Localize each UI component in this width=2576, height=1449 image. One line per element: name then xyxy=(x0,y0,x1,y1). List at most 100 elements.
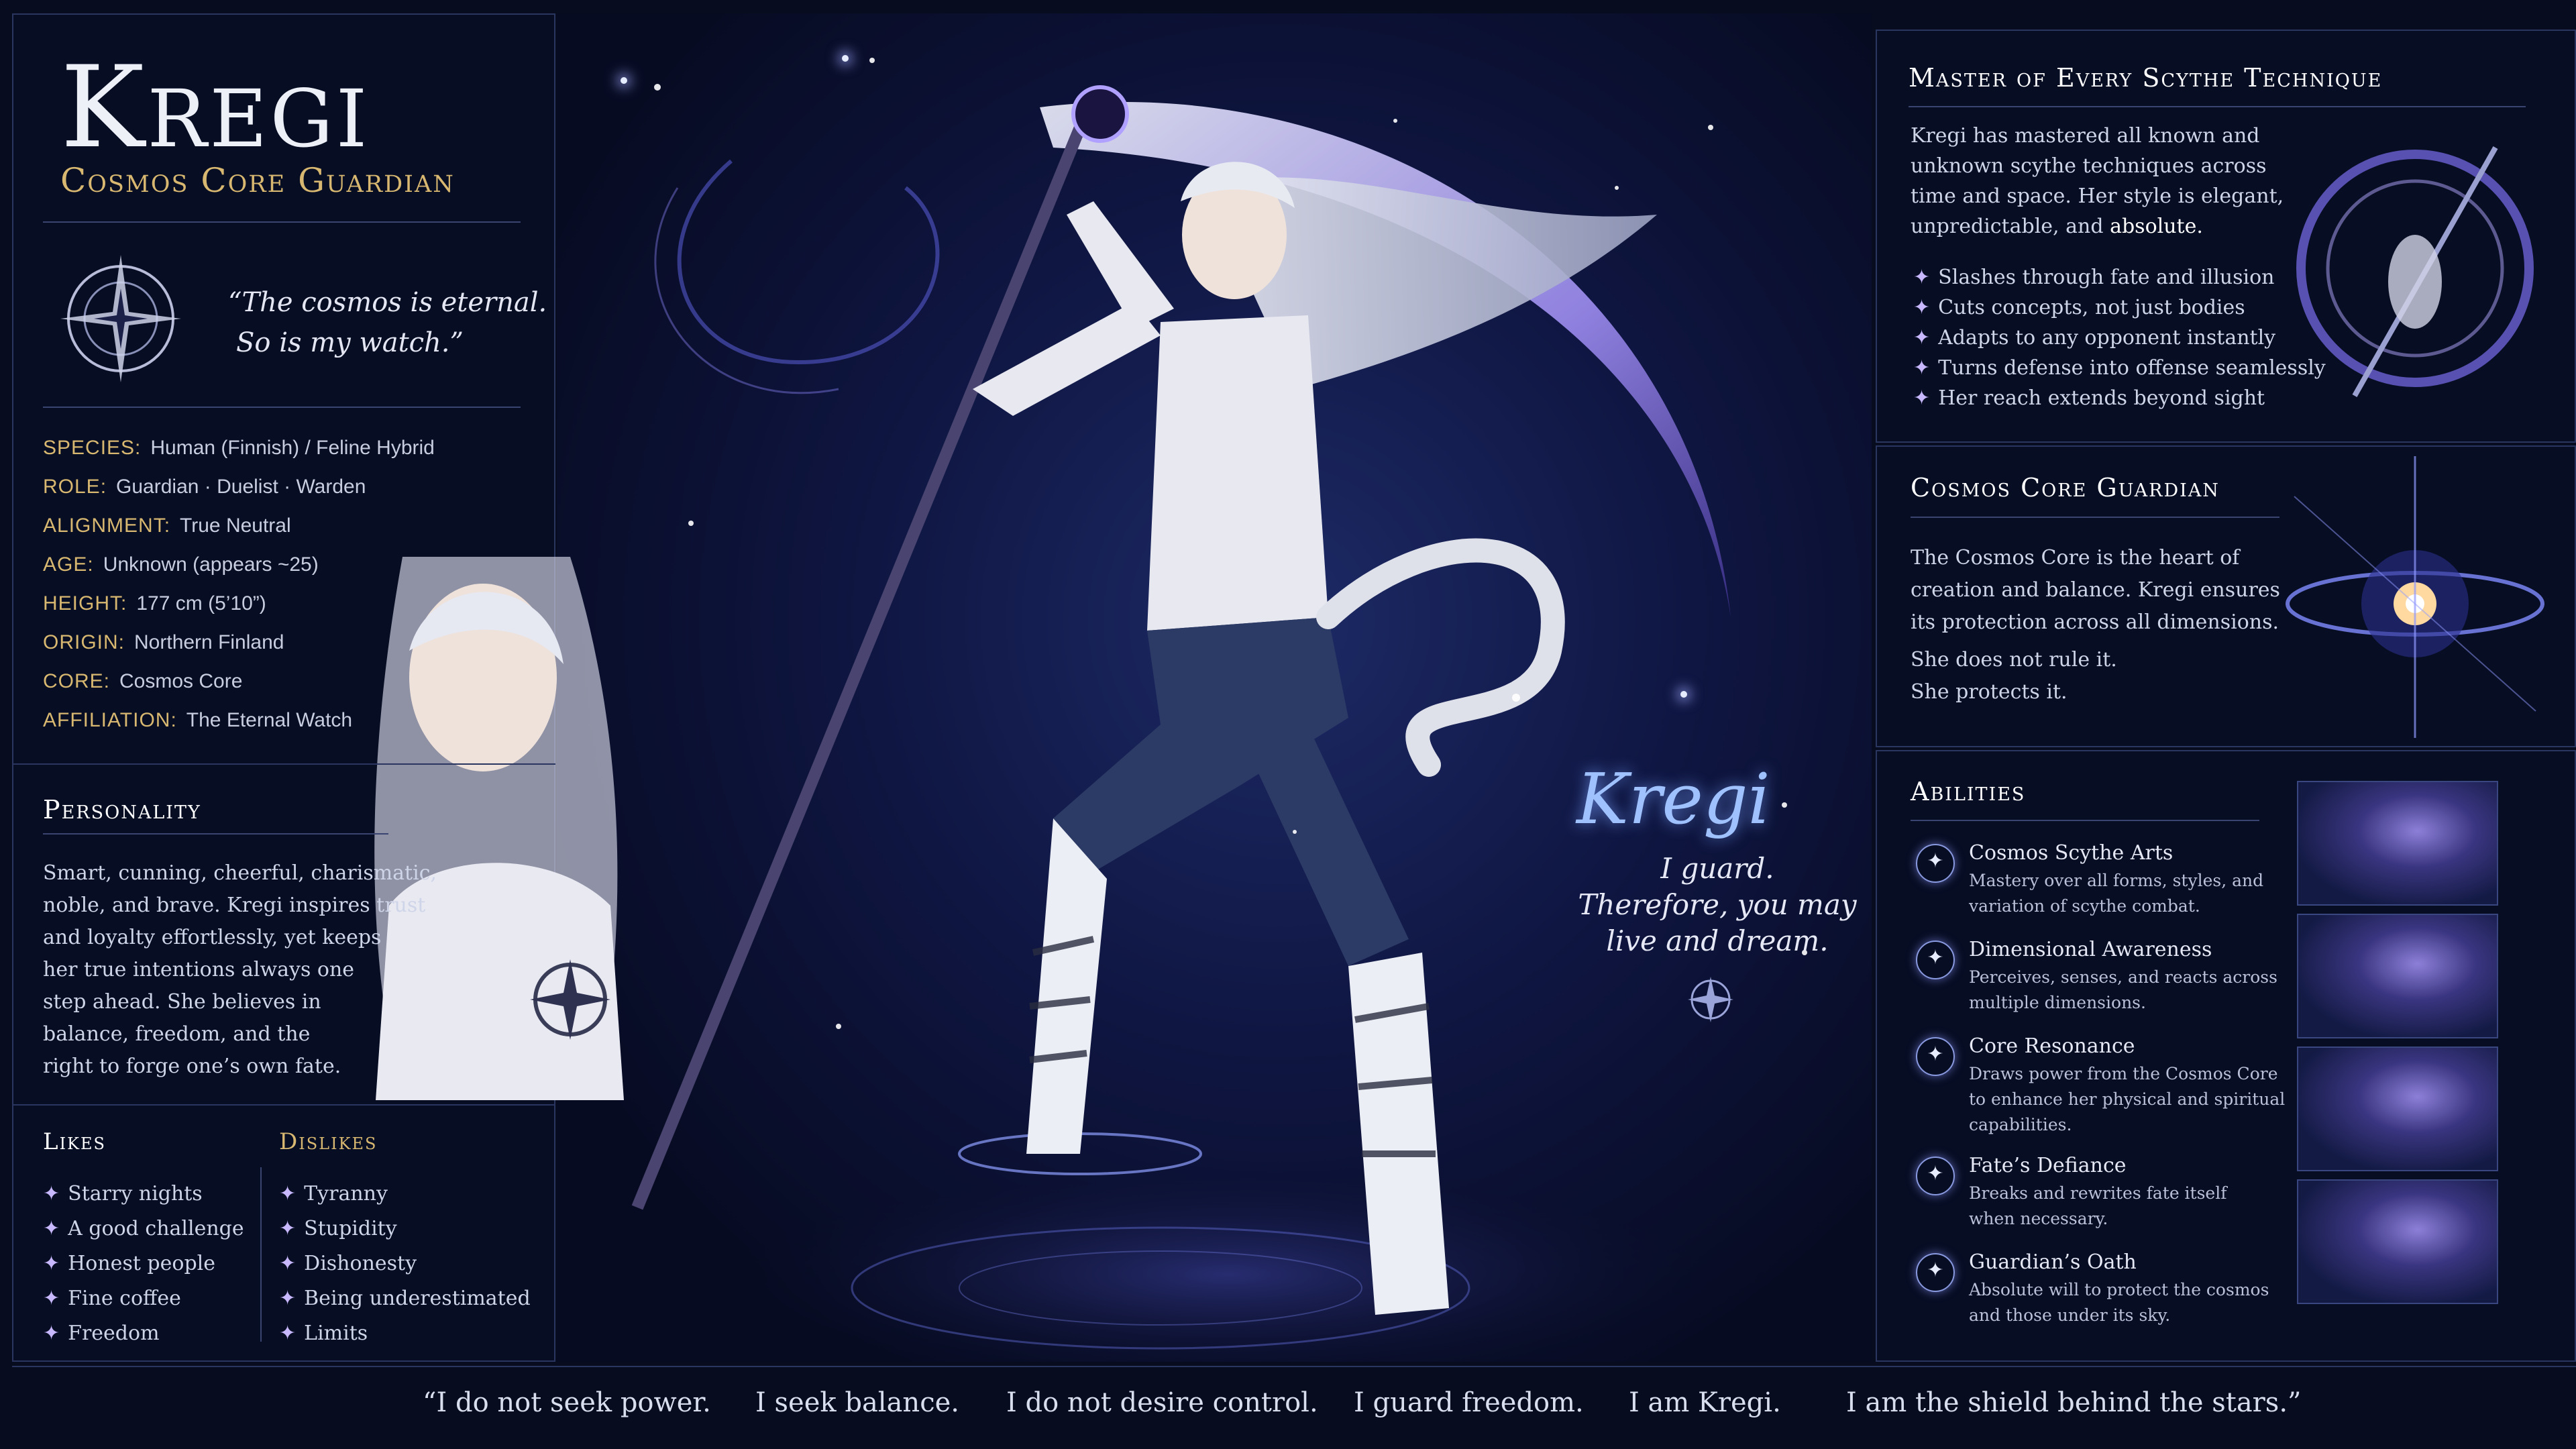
dislikes-item: ✦ Dishonesty xyxy=(279,1252,417,1275)
likes-item: ✦ Fine coffee xyxy=(43,1287,181,1310)
profile-row-origin: ORIGIN: Northern Finland xyxy=(43,631,284,654)
profile-key: SPECIES: xyxy=(43,437,142,459)
personality-title: Personality xyxy=(43,795,201,824)
core-line: The Cosmos Core is the heart of xyxy=(1911,546,2240,570)
ability-desc: Perceives, senses, and reacts across mult… xyxy=(1969,967,2277,1012)
small-emblem-icon xyxy=(1688,977,1733,1022)
profile-value: Northern Finland xyxy=(134,631,284,653)
profile-key: ROLE: xyxy=(43,476,107,498)
profile-row-species: SPECIES: Human (Finnish) / Feline Hybrid xyxy=(43,436,435,460)
cosmos-core-illustration xyxy=(2286,456,2544,738)
profile-row-height: HEIGHT: 177 cm (5’10”) xyxy=(43,592,266,615)
profile-row-age: AGE: Unknown (appears ~25) xyxy=(43,553,319,576)
footer-quote-segment: I do not desire control. xyxy=(1006,1387,1318,1418)
sparkle-icon: ✦ xyxy=(279,1252,297,1275)
scythe-line: time and space. Her style is elegant, xyxy=(1911,184,2284,208)
scythe-emphasis: absolute. xyxy=(2110,215,2203,238)
ability-thumbnail xyxy=(2297,781,2498,906)
motto-line: I guard. xyxy=(1660,852,1774,885)
divider xyxy=(12,763,555,765)
signature: Kregi xyxy=(1576,758,1770,840)
footer-divider xyxy=(12,1366,2576,1367)
divider xyxy=(43,221,521,223)
star-orb-icon xyxy=(1916,941,1955,979)
ability-name: Fate’s Defiance xyxy=(1969,1154,2127,1177)
scythe-bullet: ✦ Slashes through fate and illusion xyxy=(1913,266,2275,289)
character-subtitle: Cosmos Core Guardian xyxy=(60,161,455,200)
ability-desc: Absolute will to protect the cosmos and t… xyxy=(1969,1280,2269,1325)
ability-desc: Draws power from the Cosmos Core to enhan… xyxy=(1969,1064,2286,1134)
profile-value: Cosmos Core xyxy=(119,670,243,692)
motto-line: Therefore, you may xyxy=(1578,888,1857,921)
personality-line: Smart, cunning, cheerful, charismatic, xyxy=(43,861,437,885)
profile-value: True Neutral xyxy=(180,515,291,537)
profile-row-core: CORE: Cosmos Core xyxy=(43,669,242,693)
personality-line: balance, freedom, and the xyxy=(43,1022,311,1046)
profile-value: Human (Finnish) / Feline Hybrid xyxy=(150,437,435,459)
abilities-title: Abilities xyxy=(1911,777,2026,806)
personality-line: right to forge one’s own fate. xyxy=(43,1055,341,1078)
personality-line: and loyalty effortlessly, yet keeps xyxy=(43,926,382,949)
sparkle-icon: ✦ xyxy=(43,1182,60,1205)
personality-text: Smart, cunning, cheerful, charismatic, n… xyxy=(43,857,437,1083)
dislikes-item: ✦ Tyranny xyxy=(279,1182,388,1205)
sparkle-icon: ✦ xyxy=(1913,266,1931,289)
likes-item: ✦ Freedom xyxy=(43,1322,160,1345)
motto: I guard. Therefore, you may live and dre… xyxy=(1570,851,1865,959)
divider xyxy=(43,407,521,408)
footer-quote-segment: “I do not seek power. xyxy=(423,1387,711,1418)
scythe-line: unknown scythe techniques across xyxy=(1911,154,2267,178)
sparkle-icon: ✦ xyxy=(279,1287,297,1310)
divider xyxy=(1911,820,2259,821)
core-text: The Cosmos Core is the heart of creation… xyxy=(1911,542,2280,639)
ability-thumbnail xyxy=(2297,1179,2498,1304)
footer-quote-segment: I am the shield behind the stars.” xyxy=(1846,1387,2302,1418)
core-line: its protection across all dimensions. xyxy=(1911,610,2279,634)
footer-quote-segment: I guard freedom. xyxy=(1354,1387,1584,1418)
divider xyxy=(43,833,388,835)
footer-quote-segment: I am Kregi. xyxy=(1629,1387,1781,1418)
scythe-line: unpredictable, and absolute. xyxy=(1911,215,2203,238)
scythe-bullet: ✦ Her reach extends beyond sight xyxy=(1913,386,2265,410)
scythe-text: Kregi has mastered all known and unknown… xyxy=(1911,121,2284,241)
profile-row-role: ROLE: Guardian · Duelist · Warden xyxy=(43,475,366,498)
profile-key: AGE: xyxy=(43,553,94,576)
scene-art xyxy=(631,58,1807,1362)
ability-name: Cosmos Scythe Arts xyxy=(1969,841,2174,865)
star-orb-icon xyxy=(1916,1157,1955,1195)
sparkle-icon: ✦ xyxy=(43,1217,60,1240)
sparkle-icon: ✦ xyxy=(43,1322,60,1345)
sparkle-icon: ✦ xyxy=(1913,386,1931,410)
dislikes-item: ✦ Stupidity xyxy=(279,1217,397,1240)
compass-star-emblem-icon xyxy=(60,255,181,382)
core-line: creation and balance. Kregi ensures xyxy=(1911,578,2280,602)
sparkle-icon: ✦ xyxy=(1913,356,1931,380)
ability-name: Dimensional Awareness xyxy=(1969,938,2212,961)
character-name: Kregi xyxy=(60,42,370,173)
sparkle-icon: ✦ xyxy=(43,1287,60,1310)
sparkle-icon: ✦ xyxy=(279,1322,297,1345)
core-line: She does not rule it. xyxy=(1911,648,2117,672)
profile-row-alignment: ALIGNMENT: True Neutral xyxy=(43,514,291,537)
scythe-bullet: ✦ Turns defense into offense seamlessly xyxy=(1913,356,2326,380)
core-text-2: She does not rule it. She protects it. xyxy=(1911,644,2117,708)
sparkle-icon: ✦ xyxy=(43,1252,60,1275)
divider xyxy=(12,1104,555,1106)
star-orb-icon xyxy=(1916,1037,1955,1076)
scythe-bullet: ✦ Cuts concepts, not just bodies xyxy=(1913,296,2245,319)
divider xyxy=(1909,106,2526,107)
dislikes-title: Dislikes xyxy=(279,1128,378,1155)
ability-desc: Mastery over all forms, styles, and varia… xyxy=(1969,871,2264,916)
likes-item: ✦ A good challenge xyxy=(43,1217,244,1240)
ability-desc: Breaks and rewrites fate itself when nece… xyxy=(1969,1183,2227,1228)
star-sparkle xyxy=(842,55,849,62)
character-illustration xyxy=(557,13,1872,1362)
profile-row-affiliation: AFFILIATION: The Eternal Watch xyxy=(43,708,352,732)
scythe-bullet: ✦ Adapts to any opponent instantly xyxy=(1913,326,2276,350)
personality-line: step ahead. She believes in xyxy=(43,990,321,1014)
profile-key: AFFILIATION: xyxy=(43,709,177,731)
core-title: Cosmos Core Guardian xyxy=(1911,473,2220,502)
likes-title: Likes xyxy=(43,1128,106,1155)
scythe-line: Kregi has mastered all known and xyxy=(1911,124,2260,148)
emblem-quote-line2: So is my watch.” xyxy=(236,327,464,358)
